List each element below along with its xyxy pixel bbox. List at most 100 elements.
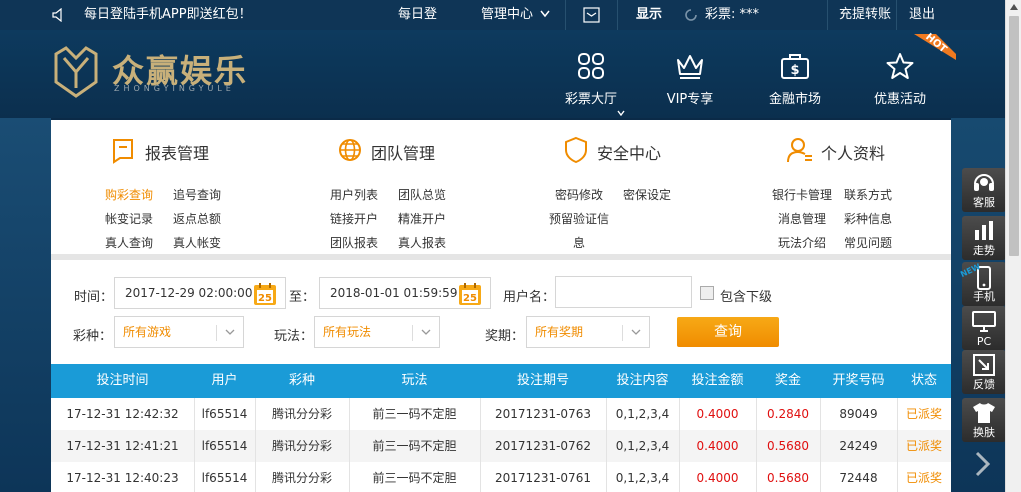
col-play[interactable]: 玩法 xyxy=(349,364,480,398)
link-chase-query[interactable]: 追号查询 xyxy=(173,186,221,203)
table-row[interactable]: 17-12-31 12:41:21 lf65514 腾讯分分彩 前三一码不定胆 … xyxy=(51,430,951,462)
globe-icon xyxy=(339,139,361,161)
cell-user: lf65514 xyxy=(201,407,248,421)
link-lottery-info[interactable]: 彩种信息 xyxy=(844,210,892,227)
link-rebate-total[interactable]: 返点总额 xyxy=(173,210,221,227)
end-time-input[interactable]: 2018-01-01 01:59:59 25 xyxy=(319,277,491,309)
col-status[interactable]: 状态 xyxy=(897,364,951,398)
calendar-icon[interactable]: 25 xyxy=(458,282,482,306)
link-contact[interactable]: 联系方式 xyxy=(844,186,892,203)
logout-link[interactable]: 退出 xyxy=(909,0,935,30)
scroll-up-icon[interactable] xyxy=(1010,4,1018,10)
notice-text[interactable]: 每日登陆手机APP即送红包！ xyxy=(84,0,252,30)
link-link-account[interactable]: 链接开户 xyxy=(330,210,378,227)
period-select[interactable]: 所有奖期 xyxy=(526,316,650,348)
chevron-down-icon xyxy=(421,329,431,335)
cell-status[interactable]: 已派奖 xyxy=(897,398,951,430)
chevron-down-icon xyxy=(540,10,550,18)
start-time-input[interactable]: 2017-12-29 02:00:00 25 xyxy=(114,277,286,309)
nav-lottery-hall[interactable]: 彩票大厅 xyxy=(556,30,626,118)
play-select[interactable]: 所有玩法 xyxy=(314,316,440,348)
col-content[interactable]: 投注内容 xyxy=(606,364,679,398)
new-badge: NEW xyxy=(959,261,982,280)
link-team-overview[interactable]: 团队总览 xyxy=(398,186,446,203)
col-draw-number[interactable]: 开奖号码 xyxy=(820,364,897,398)
link-play-intro[interactable]: 玩法介绍 xyxy=(778,234,826,251)
table-row[interactable]: 17-12-31 12:40:23 lf65514 腾讯分分彩 前三一码不定胆 … xyxy=(51,462,951,492)
link-precise-account[interactable]: 精准开户 xyxy=(398,210,446,227)
cell-bet-time: 17-12-31 12:42:32 xyxy=(66,407,179,421)
category-title: 报表管理 xyxy=(145,144,210,163)
management-center-menu[interactable]: 管理中心 xyxy=(481,0,550,30)
link-purchase-query[interactable]: 购彩查询 xyxy=(105,186,153,203)
sidebar-item-trend[interactable]: 走势 xyxy=(962,216,1006,260)
daily-login-text[interactable]: 每日登 xyxy=(398,0,446,30)
sidebar-label: 客服 xyxy=(973,196,995,209)
link-account-change[interactable]: 帐变记录 xyxy=(105,210,153,227)
include-sub-checkbox[interactable] xyxy=(700,286,714,300)
divider xyxy=(896,0,897,30)
col-amount[interactable]: 投注金额 xyxy=(679,364,756,398)
lottery-select[interactable]: 所有游戏 xyxy=(114,316,244,348)
username-input[interactable] xyxy=(555,276,692,308)
sidebar-item-pc[interactable]: PC xyxy=(962,306,1006,350)
link-bank-card[interactable]: 银行卡管理 xyxy=(772,186,832,203)
link-live-query[interactable]: 真人查询 xyxy=(105,234,153,251)
link-reserved-verification-cont[interactable]: 息 xyxy=(573,234,585,251)
sidebar-item-skin[interactable]: 换肤 xyxy=(962,398,1006,442)
divider xyxy=(565,0,566,30)
cell-status[interactable]: 已派奖 xyxy=(897,462,951,492)
link-live-account[interactable]: 真人帐变 xyxy=(173,234,221,251)
refresh-icon[interactable] xyxy=(684,8,698,22)
trend-icon xyxy=(975,221,993,240)
table-header: 投注时间 用户 彩种 玩法 投注期号 投注内容 投注金额 奖金 开奖号码 状态 xyxy=(51,364,951,398)
cell-status[interactable]: 已派奖 xyxy=(897,430,951,462)
message-icon[interactable] xyxy=(583,7,600,23)
cell-lottery: 腾讯分分彩 xyxy=(271,407,332,421)
chevron-right-icon[interactable] xyxy=(972,450,994,478)
calendar-icon[interactable]: 25 xyxy=(253,282,277,306)
crown-icon xyxy=(677,55,703,79)
link-user-list[interactable]: 用户列表 xyxy=(330,186,378,203)
sidebar-item-feedback[interactable]: 反馈 xyxy=(962,350,1006,394)
nav-finance[interactable]: $ 金融市场 xyxy=(760,30,830,118)
background-strip xyxy=(0,118,51,492)
divider xyxy=(194,398,195,492)
sidebar-label: 走势 xyxy=(973,244,995,257)
cell-user: lf65514 xyxy=(201,439,248,453)
svg-text:25: 25 xyxy=(463,293,477,304)
sidebar-item-customer-service[interactable]: 客服 xyxy=(962,168,1006,212)
sidebar-label: 反馈 xyxy=(973,378,995,391)
hot-badge: HOT xyxy=(910,32,956,60)
divider xyxy=(820,398,821,492)
link-message-management[interactable]: 消息管理 xyxy=(778,210,826,227)
table-row[interactable]: 17-12-31 12:42:32 lf65514 腾讯分分彩 前三一码不定胆 … xyxy=(51,398,951,430)
link-password-change[interactable]: 密码修改 xyxy=(555,186,603,203)
category-title: 安全中心 xyxy=(597,144,662,163)
link-team-report[interactable]: 团队报表 xyxy=(330,234,378,251)
link-faq[interactable]: 常见问题 xyxy=(844,234,892,251)
link-reserved-verification[interactable]: 预留验证信 xyxy=(549,210,609,227)
query-button[interactable]: 查询 xyxy=(677,317,779,347)
link-security-settings[interactable]: 密保设定 xyxy=(623,186,671,203)
recharge-transfer-link[interactable]: 充提转账 xyxy=(839,0,891,30)
section-divider xyxy=(51,254,951,260)
col-user[interactable]: 用户 xyxy=(194,364,255,398)
user-icon xyxy=(787,138,812,163)
col-lottery[interactable]: 彩种 xyxy=(255,364,349,398)
scrollbar-thumb[interactable] xyxy=(1009,16,1019,256)
col-prize[interactable]: 奖金 xyxy=(756,364,820,398)
headset-icon xyxy=(974,174,994,191)
col-period[interactable]: 投注期号 xyxy=(480,364,606,398)
show-balance-button[interactable]: 显示 xyxy=(636,0,662,30)
link-live-report[interactable]: 真人报表 xyxy=(398,234,446,251)
vertical-scrollbar[interactable] xyxy=(1005,0,1021,492)
nav-vip[interactable]: VIP专享 xyxy=(655,30,725,118)
category-title: 团队管理 xyxy=(371,144,436,163)
grid-icon xyxy=(578,53,604,79)
cell-prize: 0.5680 xyxy=(767,471,809,485)
lottery-label: 彩种： xyxy=(73,329,113,344)
col-bet-time[interactable]: 投注时间 xyxy=(51,364,194,398)
monitor-icon xyxy=(972,311,996,332)
cell-draw-number: 24249 xyxy=(839,439,878,453)
